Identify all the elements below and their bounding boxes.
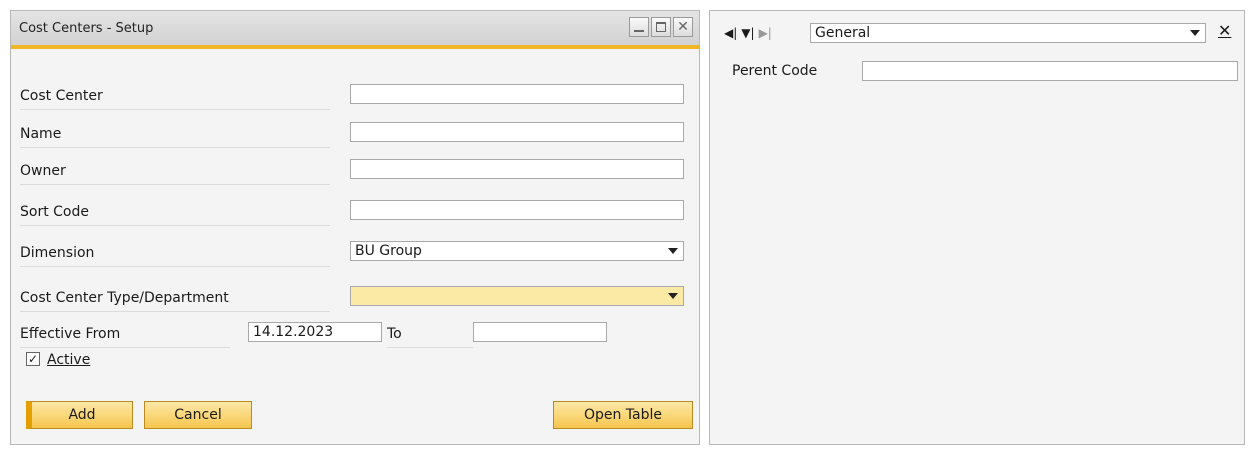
sort-code-input[interactable] [350,200,684,220]
open-table-button[interactable]: Open Table [553,401,693,429]
to-label: To [387,326,473,348]
dropdown-arrow-icon[interactable]: ▼| [741,26,754,40]
cost-center-input[interactable] [350,84,684,104]
cost-center-type-row: Cost Center Type/Department [20,286,685,312]
next-icon[interactable]: ▶| [759,26,772,40]
active-label: Active [47,352,90,368]
check-icon: ✓ [27,352,39,366]
open-table-label: Open Table [583,407,663,423]
cost-center-row: Cost Center [20,84,685,110]
cost-center-type-select[interactable] [350,286,684,306]
name-label: Name [20,126,330,148]
previous-icon[interactable]: ◀| [724,26,737,40]
name-input[interactable] [350,122,684,142]
window-title: Cost Centers - Setup [19,21,154,36]
title-bar: Cost Centers - Setup ✕ [11,11,699,49]
cost-center-type-label: Cost Center Type/Department [20,290,330,312]
dimension-value: BU Group [355,243,422,259]
dimension-label: Dimension [20,245,330,267]
dimension-row: Dimension BU Group [20,241,685,267]
udf-navigation: ◀| ▼| ▶| [724,23,772,43]
udf-category-select[interactable]: General [810,23,1206,43]
parent-code-label: Perent Code [732,63,818,79]
cost-centers-setup-window: Cost Centers - Setup ✕ [10,10,700,445]
effective-from-label: Effective From [20,326,230,348]
owner-label: Owner [20,163,330,185]
effective-from-input[interactable]: 14.12.2023 [248,322,382,342]
add-button[interactable]: Add [26,401,133,429]
effective-dates-row: Effective From 14.12.2023 To [20,322,685,348]
cost-center-label: Cost Center [20,88,330,110]
window-controls: ✕ [629,17,693,37]
cancel-button[interactable]: Cancel [144,401,252,429]
dimension-select[interactable]: BU Group [350,241,684,261]
owner-input[interactable] [350,159,684,179]
sort-code-row: Sort Code [20,200,685,226]
active-label-text: Active [47,352,91,368]
minimize-icon[interactable] [629,17,649,37]
udf-category-value: General [815,25,871,41]
parent-code-input[interactable] [862,61,1238,81]
close-panel-icon[interactable]: ✕ [1218,21,1231,40]
close-icon[interactable]: ✕ [673,17,693,37]
active-checkbox[interactable]: ✓ [26,352,40,366]
udf-panel: ◀| ▼| ▶| General ✕ Perent Code [709,10,1245,445]
maximize-icon[interactable] [651,17,671,37]
sort-code-label: Sort Code [20,204,330,226]
to-input[interactable] [473,322,607,342]
name-row: Name [20,122,685,148]
owner-row: Owner [20,159,685,185]
